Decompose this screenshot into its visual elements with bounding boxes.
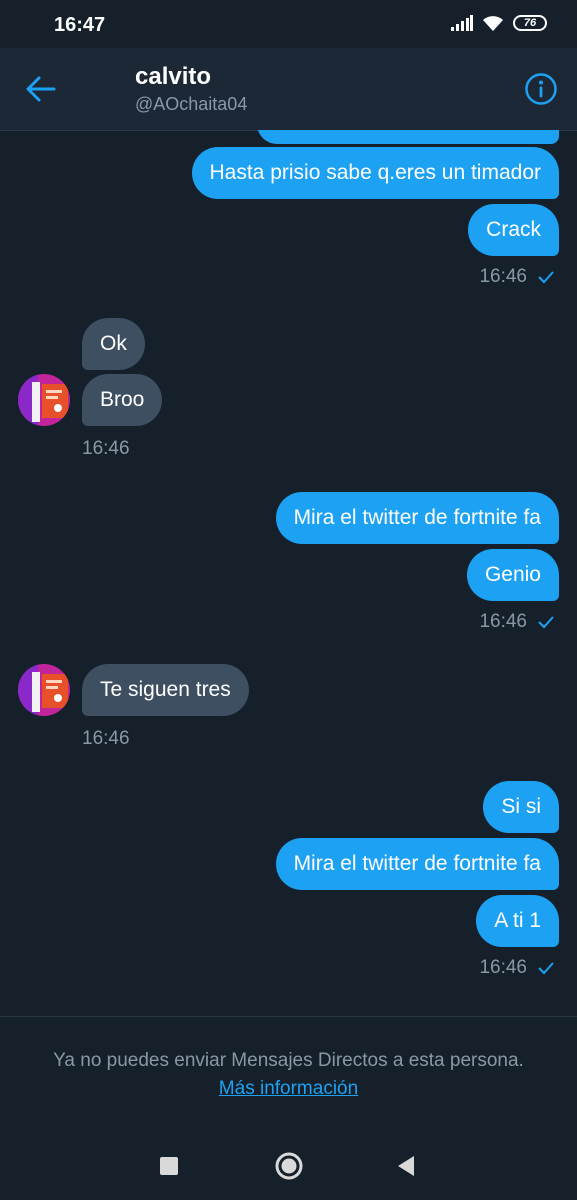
message-list[interactable]: Hasta prisio sabe q.eres un timador Crac… — [0, 130, 577, 1016]
status-icons: 76 — [451, 14, 547, 32]
message-bubble-outgoing[interactable]: Si si — [483, 781, 559, 833]
timestamp-text: 16:46 — [479, 957, 527, 978]
timestamp-text: 16:46 — [479, 266, 527, 287]
wifi-icon — [483, 16, 503, 31]
message-bubble-outgoing[interactable]: Mira el twitter de fortnite fa — [275, 492, 559, 544]
avatar[interactable] — [18, 664, 70, 716]
message-timestamp: 16:46 — [82, 438, 130, 459]
message-bubble-outgoing[interactable]: Hasta prisio sabe q.eres un timador — [191, 147, 559, 199]
message-bubble-outgoing[interactable]: A ti 1 — [476, 895, 559, 947]
message-bubble-outgoing[interactable]: Crack — [468, 204, 559, 256]
nav-triangle-icon[interactable] — [396, 1155, 416, 1177]
check-icon — [538, 271, 554, 284]
message-bubble-outgoing[interactable]: Genio — [466, 549, 559, 601]
notice-text: Ya no puedes enviar Mensajes Directos a … — [53, 1050, 524, 1071]
more-info-link[interactable]: Más información — [0, 1078, 577, 1100]
battery-level: 76 — [523, 17, 537, 29]
message-bubble-outgoing[interactable]: Mira el twitter de fortnite fa — [275, 838, 559, 890]
message-timestamp: 16:46 — [82, 728, 130, 749]
dm-disabled-notice: Ya no puedes enviar Mensajes Directos a … — [0, 1016, 577, 1133]
check-icon — [538, 962, 554, 975]
message-bubble-incoming[interactable]: Te siguen tres — [82, 664, 249, 716]
message-bubble-partial[interactable] — [257, 130, 559, 144]
message-bubble-incoming[interactable]: Broo — [82, 374, 163, 426]
status-bar: 16:47 76 — [0, 0, 577, 48]
signal-icon — [451, 15, 473, 31]
system-nav-bar — [0, 1132, 577, 1200]
message-timestamp: 16:46 — [479, 957, 555, 979]
status-time: 16:47 — [54, 14, 106, 36]
conversation-header: calvito @AOchaita04 — [0, 48, 577, 131]
nav-square-icon[interactable] — [159, 1156, 179, 1176]
conversation-name[interactable]: calvito — [135, 63, 211, 91]
nav-circle-icon[interactable] — [274, 1151, 304, 1181]
avatar-image — [18, 374, 70, 426]
conversation-handle: @AOchaita04 — [135, 94, 248, 114]
check-icon — [538, 616, 554, 629]
back-arrow-icon[interactable] — [24, 74, 56, 104]
timestamp-text: 16:46 — [479, 611, 527, 632]
message-timestamp: 16:46 — [479, 266, 555, 288]
avatar-image — [18, 664, 70, 716]
avatar[interactable] — [18, 374, 70, 426]
message-timestamp: 16:46 — [479, 611, 555, 633]
message-bubble-incoming[interactable]: Ok — [82, 318, 145, 370]
battery-icon: 76 — [513, 15, 547, 31]
info-icon[interactable] — [524, 72, 558, 106]
